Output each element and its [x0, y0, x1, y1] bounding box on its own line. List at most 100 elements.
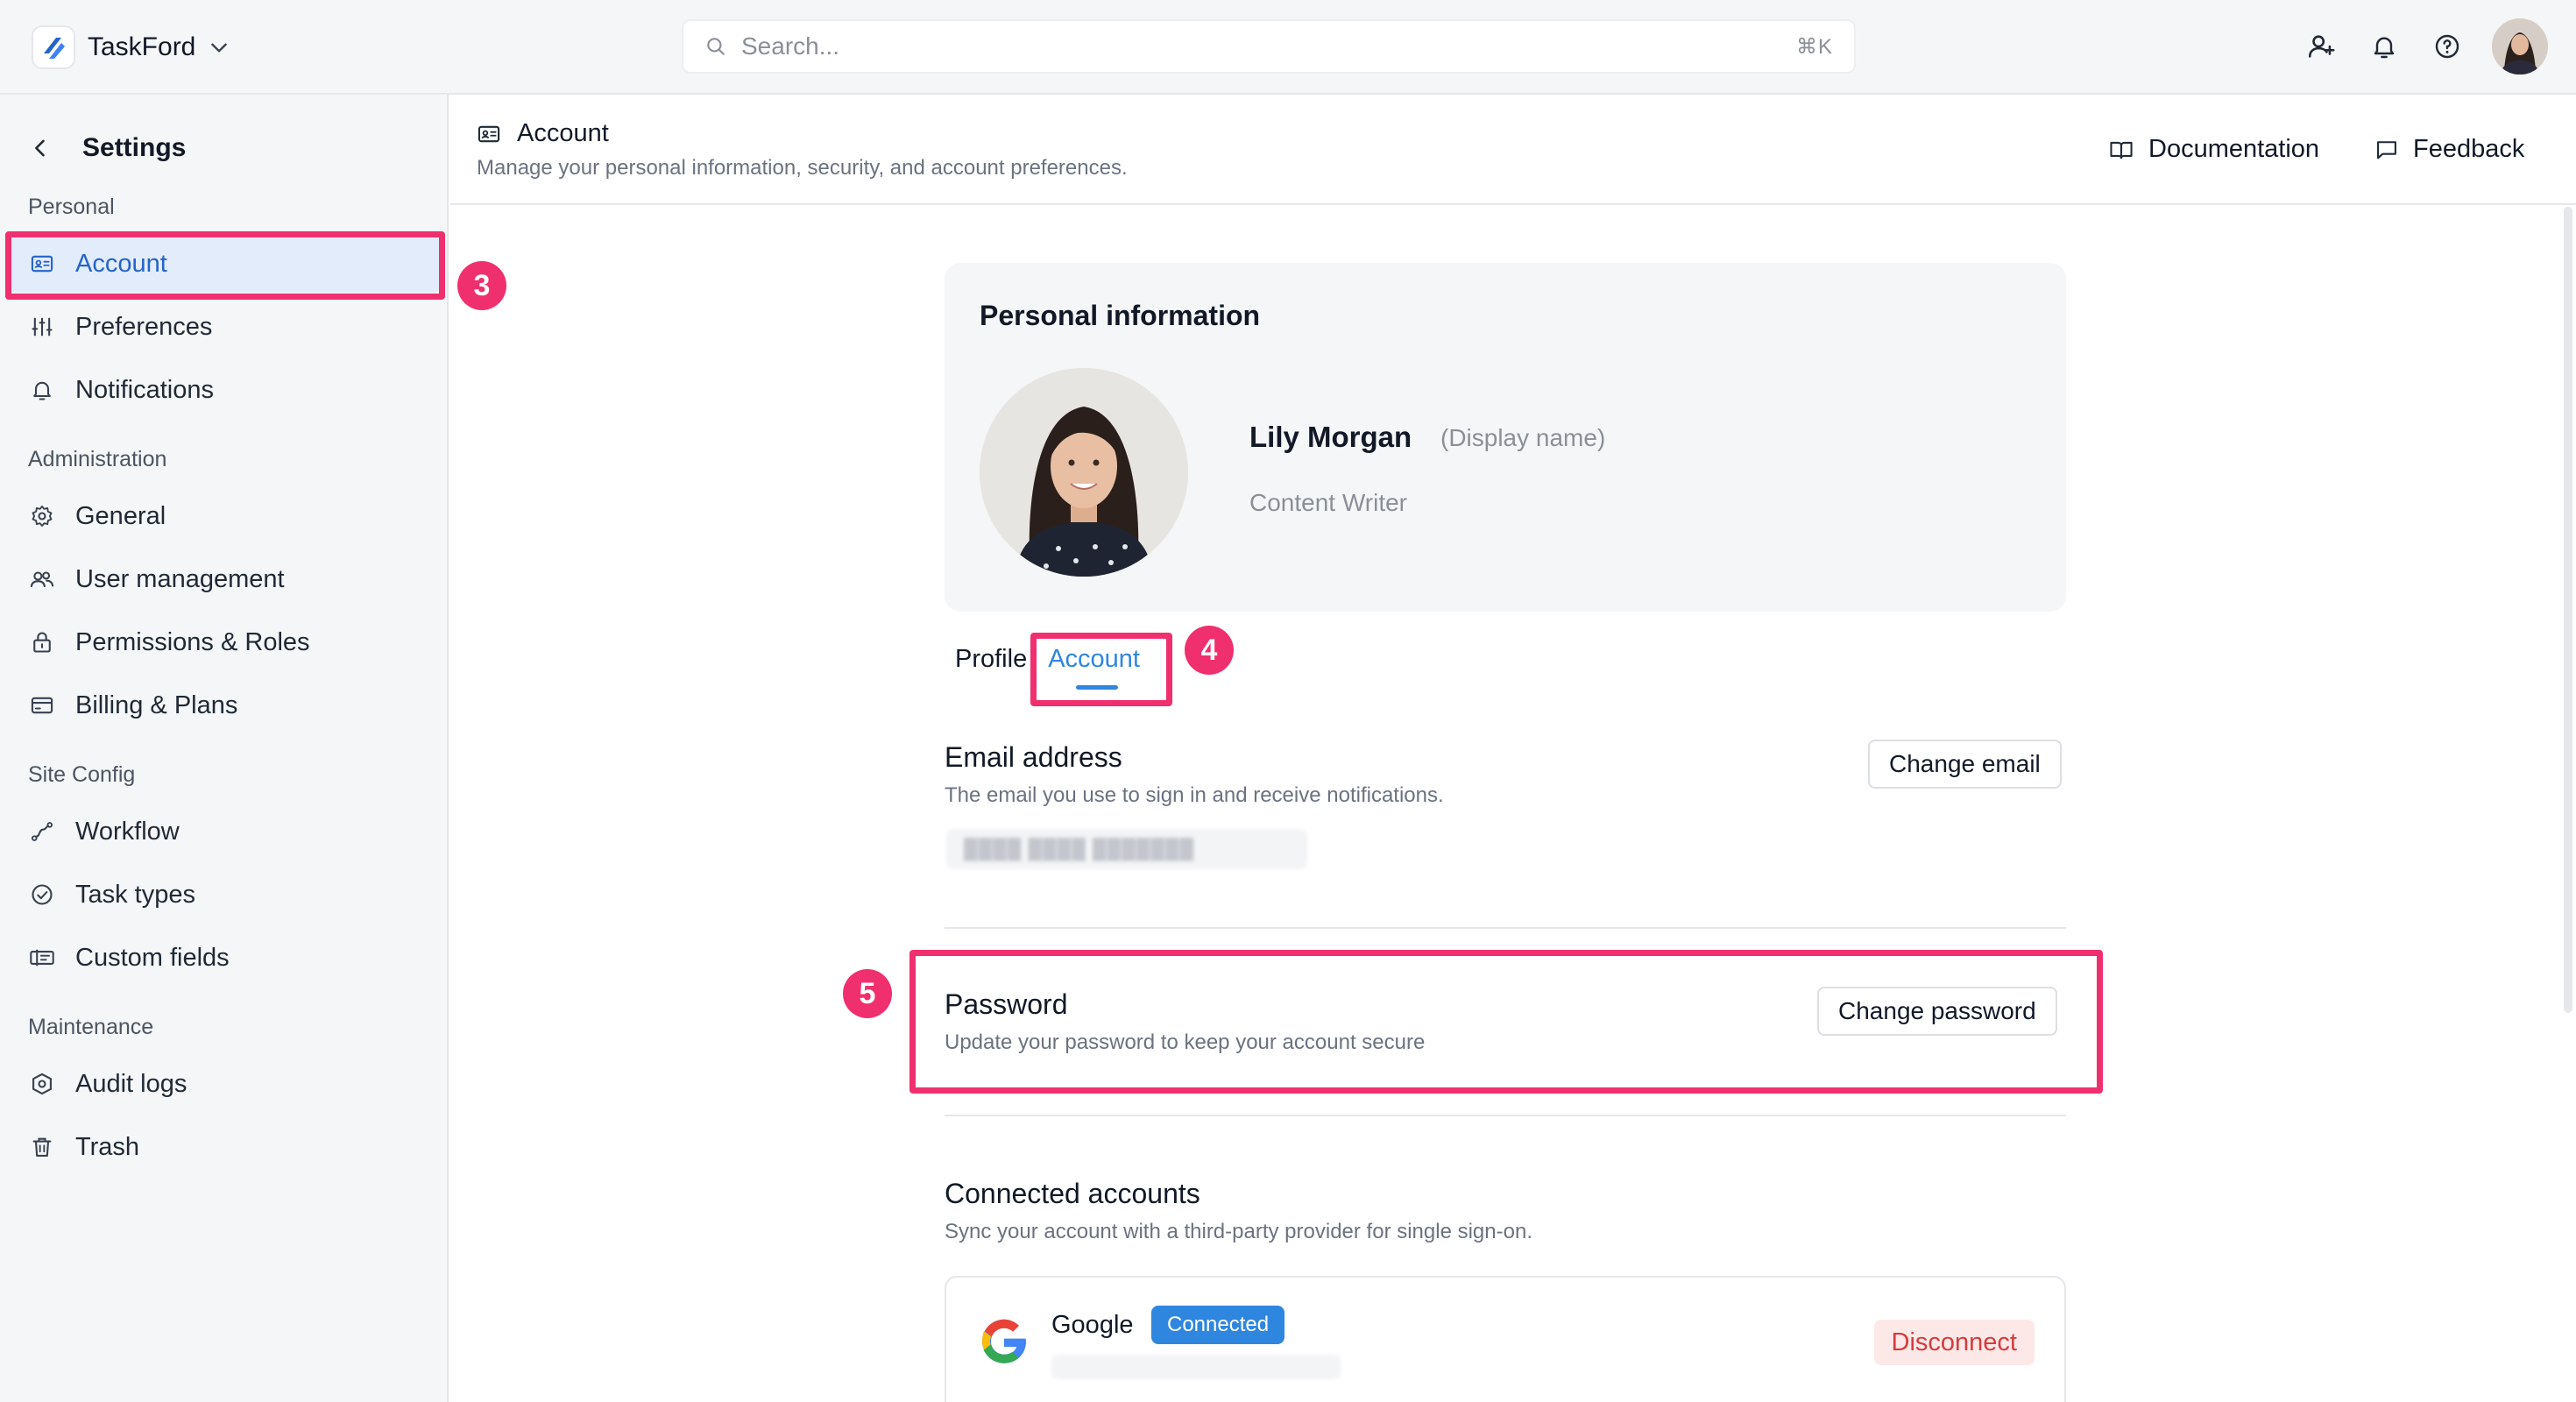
book-open-icon: [2108, 138, 2134, 162]
provider-name: Google: [1051, 1311, 1134, 1339]
lock-icon: [28, 628, 56, 656]
step-badge-5: 5: [843, 969, 892, 1018]
top-actions: [2282, 18, 2548, 75]
change-password-button[interactable]: Change password: [1817, 987, 2057, 1036]
section-divider: [945, 927, 2066, 929]
sidebar-item-label: Preferences: [75, 312, 213, 341]
settings-tabs: Profile Account: [955, 645, 1161, 690]
search-input[interactable]: [741, 32, 1796, 60]
id-card-icon: [477, 122, 501, 146]
sidebar-item-label: Custom fields: [75, 943, 230, 972]
credit-card-icon: [28, 691, 56, 719]
sidebar-item-general[interactable]: General: [9, 487, 440, 545]
sidebar-item-label: Permissions & Roles: [75, 627, 310, 656]
settings-sidebar: Settings Personal Account Preferences No…: [0, 95, 449, 1402]
connected-accounts-desc: Sync your account with a third-party pro…: [945, 1220, 1532, 1243]
provider-email-redacted: [1051, 1355, 1341, 1379]
search-icon: [704, 35, 727, 58]
sidebar-item-workflow[interactable]: Workflow: [9, 803, 440, 860]
settings-title: Settings: [82, 133, 187, 162]
sidebar-item-label: Task types: [75, 880, 195, 909]
sidebar-item-label: Billing & Plans: [75, 690, 238, 719]
sidebar-item-audit-logs[interactable]: Audit logs: [9, 1055, 440, 1113]
display-name-hint: (Display name): [1440, 424, 1606, 451]
connected-accounts-title: Connected accounts: [945, 1178, 1200, 1209]
google-provider-card: Google Connected Disconnect: [945, 1276, 2066, 1402]
chevron-down-icon: [208, 36, 230, 59]
workspace-name: TaskFord: [88, 32, 196, 61]
fields-icon: [28, 944, 56, 972]
shield-icon: [28, 1070, 56, 1098]
workspace-switcher[interactable]: TaskFord: [32, 25, 230, 69]
section-maintenance: Maintenance: [28, 1015, 154, 1039]
sidebar-item-account[interactable]: Account: [9, 235, 440, 293]
page-title-row: Account: [477, 119, 609, 148]
job-title: Content Writer: [1249, 489, 1407, 516]
feedback-label: Feedback: [2413, 135, 2525, 163]
feedback-link[interactable]: Feedback: [2374, 135, 2524, 164]
back-arrow-icon[interactable]: [28, 136, 53, 160]
gear-icon: [28, 502, 56, 530]
sliders-icon: [28, 313, 56, 341]
sidebar-item-label: Audit logs: [75, 1069, 188, 1098]
section-divider: [945, 1115, 2066, 1116]
redacted-text: ████ ████ ███████: [964, 838, 1195, 860]
email-value-redacted: ████ ████ ███████: [946, 829, 1307, 869]
personal-information-title: Personal information: [980, 300, 1261, 331]
global-search[interactable]: ⌘K: [682, 19, 1856, 74]
user-add-icon[interactable]: [2297, 23, 2345, 70]
sidebar-item-billing-plans[interactable]: Billing & Plans: [9, 676, 440, 734]
sidebar-item-label: Workflow: [75, 817, 180, 846]
disconnect-button[interactable]: Disconnect: [1873, 1320, 2035, 1365]
trash-icon: [28, 1133, 56, 1161]
sidebar-item-label: Notifications: [75, 375, 214, 404]
sidebar-item-trash[interactable]: Trash: [9, 1118, 440, 1176]
content-scrollbar[interactable]: [2564, 207, 2572, 1013]
top-bar: TaskFord ⌘K: [0, 0, 2576, 95]
tab-profile[interactable]: Profile: [955, 645, 1027, 689]
user-avatar[interactable]: [2492, 18, 2548, 74]
users-icon: [28, 565, 56, 593]
password-section-title: Password: [945, 988, 1068, 1020]
step-badge-4: 4: [1185, 626, 1234, 675]
help-icon[interactable]: [2424, 23, 2471, 70]
sidebar-item-label: Account: [75, 249, 167, 278]
change-email-button[interactable]: Change email: [1868, 740, 2062, 789]
profile-photo[interactable]: [980, 368, 1188, 577]
bell-icon[interactable]: [2360, 23, 2408, 70]
settings-header: Settings: [28, 126, 186, 170]
taskford-logo-icon: [32, 25, 75, 69]
check-circle-icon: [28, 881, 56, 909]
section-administration: Administration: [28, 447, 167, 471]
sidebar-item-task-types[interactable]: Task types: [9, 866, 440, 924]
tab-account[interactable]: Account: [1048, 645, 1140, 690]
email-section-title: Email address: [945, 741, 1122, 773]
documentation-label: Documentation: [2148, 135, 2320, 163]
page-title: Account: [517, 119, 609, 147]
page-header: Account Manage your personal information…: [450, 95, 2576, 205]
page-subtitle: Manage your personal information, securi…: [477, 156, 1128, 180]
sidebar-item-permissions-roles[interactable]: Permissions & Roles: [9, 613, 440, 671]
password-section-desc: Update your password to keep your accoun…: [945, 1030, 1426, 1054]
workflow-icon: [28, 818, 56, 846]
search-shortcut: ⌘K: [1795, 34, 1833, 59]
section-personal: Personal: [28, 195, 115, 219]
message-square-icon: [2374, 138, 2399, 162]
step-badge-3: 3: [457, 261, 506, 310]
bell-icon: [28, 376, 56, 404]
sidebar-item-custom-fields[interactable]: Custom fields: [9, 929, 440, 987]
status-badge: Connected: [1151, 1306, 1285, 1344]
email-section-desc: The email you use to sign in and receive…: [945, 783, 1444, 807]
sidebar-item-user-management[interactable]: User management: [9, 550, 440, 608]
google-icon: [978, 1316, 1030, 1369]
section-site-config: Site Config: [28, 762, 136, 787]
display-name: Lily Morgan: [1249, 421, 1412, 453]
sidebar-item-label: Trash: [75, 1132, 140, 1161]
sidebar-item-label: General: [75, 501, 166, 530]
sidebar-item-preferences[interactable]: Preferences: [9, 298, 440, 356]
id-card-icon: [28, 250, 56, 278]
sidebar-item-label: User management: [75, 564, 285, 593]
personal-information-card: Personal information Lily Morgan (Displa…: [945, 263, 2066, 612]
sidebar-item-notifications[interactable]: Notifications: [9, 361, 440, 419]
documentation-link[interactable]: Documentation: [2108, 135, 2319, 164]
